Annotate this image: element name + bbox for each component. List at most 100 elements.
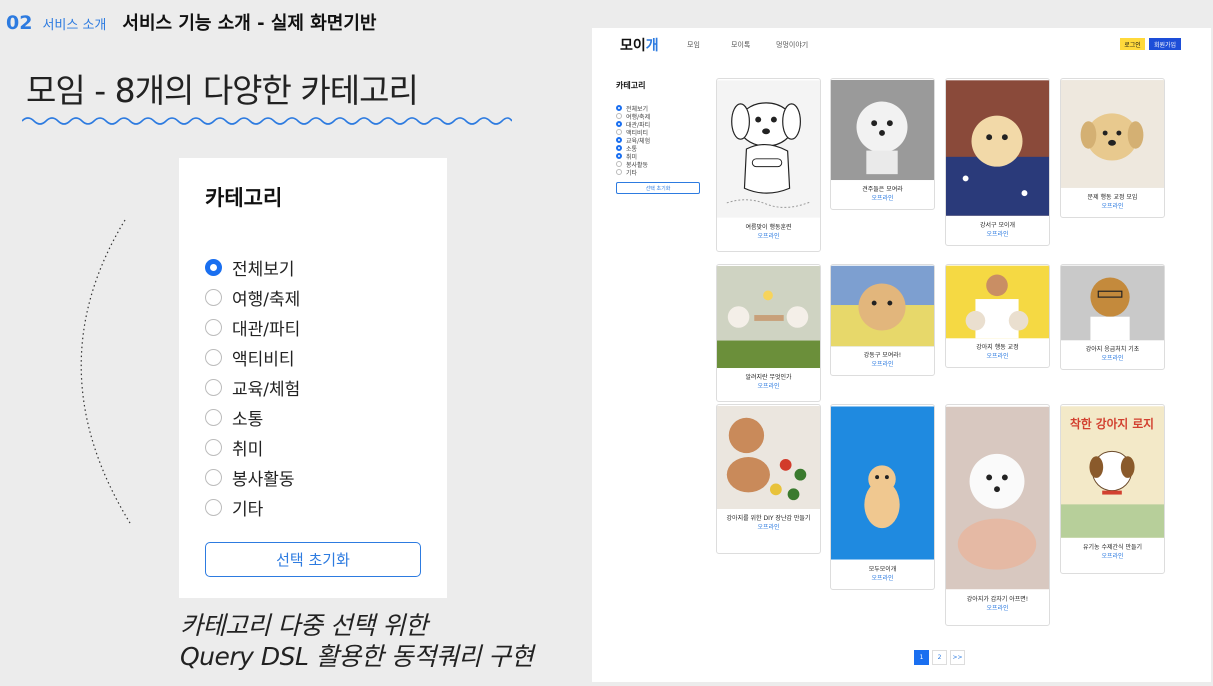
radio-checked-icon[interactable] bbox=[616, 145, 622, 151]
category-item[interactable]: 취미 bbox=[205, 432, 421, 462]
radio-checked-icon[interactable] bbox=[616, 153, 622, 159]
card-title: 견주들은 모여라 bbox=[862, 186, 903, 193]
site-logo[interactable]: 모이개 bbox=[620, 35, 659, 55]
card-title: 알려지란 무엇인가 bbox=[745, 374, 792, 381]
site-navbar: 모이개 모임 모이톡 멍멍이야기 로그인 회원가입 bbox=[592, 28, 1211, 58]
wavy-underline bbox=[22, 117, 512, 125]
dog-illustration-image bbox=[717, 80, 820, 218]
sidebar-reset-button[interactable]: 선택 초기화 bbox=[616, 182, 700, 194]
radio-icon[interactable] bbox=[205, 288, 222, 306]
poster-text: 착한 강아지 로지 bbox=[1070, 417, 1154, 431]
website-screenshot: 모이개 모임 모이톡 멍멍이야기 로그인 회원가입 카테고리 전체보기 여행/축… bbox=[592, 28, 1211, 682]
category-label: 봉사활동 bbox=[232, 469, 295, 490]
dotted-arc bbox=[80, 219, 131, 524]
dog-photo bbox=[831, 79, 934, 181]
category-label: 대관/파티 bbox=[232, 319, 301, 340]
meeting-card[interactable]: 문제 행동 교정 모임 오프라인 bbox=[1060, 78, 1165, 218]
category-item[interactable]: 여행/축제 bbox=[205, 282, 421, 312]
category-item[interactable]: 전체보기 bbox=[205, 252, 421, 282]
dog-photo bbox=[831, 406, 934, 560]
radio-icon[interactable] bbox=[205, 378, 222, 396]
card-type: 오프라인 bbox=[986, 231, 1009, 238]
card-type: 오프라인 bbox=[1101, 553, 1124, 560]
category-label: 교육/체험 bbox=[232, 379, 301, 400]
dog-photo bbox=[831, 265, 934, 347]
card-type: 오프라인 bbox=[871, 361, 894, 368]
category-item[interactable]: 대관/파티 bbox=[205, 312, 421, 342]
slide-subtitle: 모임 - 8개의 다양한 카테고리 bbox=[26, 71, 419, 110]
meeting-card[interactable]: 강아지 행동 교정 오프라인 bbox=[945, 264, 1050, 368]
category-list: 전체보기 여행/축제 대관/파티 액티비티 교육/체험 소통 취미 봉사활동 기… bbox=[205, 252, 421, 522]
card-type: 오프라인 bbox=[1101, 203, 1124, 210]
sidebar-category-label: 기타 bbox=[626, 169, 638, 177]
login-button[interactable]: 로그인 bbox=[1120, 38, 1145, 50]
book-cover-image: 착한 강아지 로지 bbox=[1061, 406, 1164, 538]
card-type: 오프라인 bbox=[757, 524, 780, 531]
meeting-card[interactable]: 모두모이개 오프라인 bbox=[830, 404, 935, 590]
dog-photo bbox=[1061, 265, 1164, 341]
meeting-card[interactable]: 강아지 응급처치 기초 오프라인 bbox=[1060, 264, 1165, 370]
note-line: 카테고리 다중 선택 위한 bbox=[180, 611, 428, 640]
section-number: 02 bbox=[6, 12, 33, 34]
meeting-card[interactable]: 강아지가 갑자기 아프면! 오프라인 bbox=[945, 404, 1050, 626]
card-type: 오프라인 bbox=[871, 195, 894, 202]
next-page-button[interactable]: >> bbox=[950, 650, 965, 665]
card-type: 오프라인 bbox=[1101, 355, 1124, 362]
radio-checked-icon[interactable] bbox=[616, 121, 622, 127]
nav-link-dog-stories[interactable]: 멍멍이야기 bbox=[776, 40, 808, 50]
radio-icon[interactable] bbox=[205, 438, 222, 456]
radio-icon[interactable] bbox=[205, 348, 222, 366]
card-title: 유기농 수제간식 만들기 bbox=[1082, 544, 1142, 551]
sidebar-title: 카테고리 bbox=[616, 81, 646, 90]
meeting-card[interactable]: 견주들은 모여라 오프라인 bbox=[830, 78, 935, 210]
radio-checked-icon[interactable] bbox=[616, 137, 622, 143]
dog-photo bbox=[946, 406, 1049, 590]
card-type: 오프라인 bbox=[986, 353, 1009, 360]
meeting-card[interactable]: 강아지를 위한 DIY 장난감 만들기 오프라인 bbox=[716, 404, 821, 554]
person-with-dogs-photo bbox=[946, 265, 1049, 339]
card-title: 강아지 행동 교정 bbox=[976, 344, 1019, 351]
meeting-card[interactable]: 강서구 모이개 오프라인 bbox=[945, 78, 1050, 246]
card-title: 모두모이개 bbox=[868, 566, 897, 573]
meeting-card[interactable]: 착한 강아지 로지 유기농 수제간식 만들기 오프라인 bbox=[1060, 404, 1165, 574]
radio-icon[interactable] bbox=[616, 161, 622, 167]
category-item[interactable]: 소통 bbox=[205, 402, 421, 432]
category-item[interactable]: 교육/체험 bbox=[205, 372, 421, 402]
meeting-card[interactable]: 여름맞이 행동훈련 오프라인 bbox=[716, 78, 821, 252]
page-button-2[interactable]: 2 bbox=[932, 650, 947, 665]
card-title: 강서구 모이개 bbox=[979, 222, 1016, 229]
radio-icon[interactable] bbox=[205, 498, 222, 516]
sidebar-category-item[interactable]: 기타 bbox=[616, 168, 706, 177]
card-type: 오프라인 bbox=[986, 605, 1009, 612]
radio-icon[interactable] bbox=[205, 318, 222, 336]
category-item[interactable]: 액티비티 bbox=[205, 342, 421, 372]
note-line: Query DSL 활용한 동적쿼리 구현 bbox=[180, 642, 534, 671]
category-item[interactable]: 봉사활동 bbox=[205, 462, 421, 492]
category-item[interactable]: 기타 bbox=[205, 492, 421, 522]
meeting-card[interactable]: 알려지란 무엇인가 오프라인 bbox=[716, 264, 821, 402]
dog-photo bbox=[717, 406, 820, 509]
meeting-card[interactable]: 강동구 모여라! 오프라인 bbox=[830, 264, 935, 376]
radio-icon[interactable] bbox=[616, 169, 622, 175]
plush-dog-photo bbox=[1061, 80, 1164, 188]
radio-icon[interactable] bbox=[616, 129, 622, 135]
section-name: 서비스 소개 bbox=[42, 18, 107, 33]
radio-checked-icon[interactable] bbox=[616, 105, 622, 111]
radio-icon[interactable] bbox=[616, 113, 622, 119]
page-button-1[interactable]: 1 bbox=[914, 650, 929, 665]
category-label: 취미 bbox=[232, 439, 264, 460]
reset-selection-button[interactable]: 선택 초기화 bbox=[205, 542, 421, 577]
nav-link-moitalk[interactable]: 모이톡 bbox=[731, 40, 750, 50]
slide-header: 02 서비스 소개 서비스 기능 소개 - 실제 화면기반 bbox=[6, 9, 376, 35]
category-label: 소통 bbox=[232, 409, 264, 430]
card-type: 오프라인 bbox=[871, 575, 894, 582]
dog-photo bbox=[717, 265, 820, 369]
nav-link-meetings[interactable]: 모임 bbox=[687, 40, 700, 50]
signup-button[interactable]: 회원가입 bbox=[1149, 38, 1181, 50]
radio-icon[interactable] bbox=[205, 408, 222, 426]
radio-checked-icon[interactable] bbox=[205, 258, 222, 276]
radio-icon[interactable] bbox=[205, 468, 222, 486]
section-title: 서비스 기능 소개 - 실제 화면기반 bbox=[122, 13, 377, 34]
dog-photo bbox=[946, 80, 1049, 216]
category-label: 기타 bbox=[232, 499, 264, 520]
